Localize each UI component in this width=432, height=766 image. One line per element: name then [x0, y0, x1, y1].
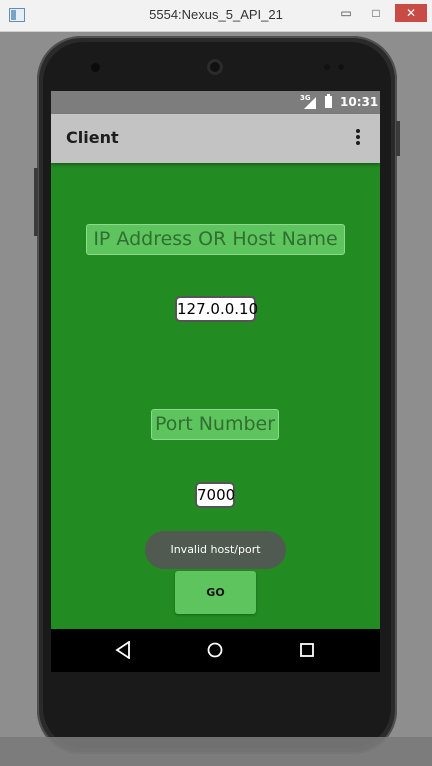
- window-titlebar: 5554:Nexus_5_API_21 ▭ □ ✕: [0, 0, 432, 32]
- client-form: IP Address OR Host Name 127.0.0.10 Port …: [51, 163, 380, 629]
- minimize-button[interactable]: ▭: [333, 4, 359, 22]
- status-time: 10:31: [340, 95, 379, 109]
- power-button[interactable]: [396, 121, 400, 156]
- signal-icon: [304, 97, 316, 109]
- app-title: Client: [66, 128, 119, 147]
- phone-screen: 3G 10:31 Client IP Address OR Host Name …: [51, 91, 380, 672]
- port-input[interactable]: 7000: [195, 482, 235, 508]
- maximize-button[interactable]: □: [363, 4, 389, 22]
- ip-input[interactable]: 127.0.0.10: [175, 296, 258, 322]
- go-button[interactable]: GO: [175, 571, 256, 614]
- volume-button[interactable]: [34, 168, 38, 236]
- battery-icon: [325, 94, 332, 108]
- port-label: Port Number: [151, 409, 279, 440]
- action-bar: Client: [51, 114, 380, 163]
- toast-message: Invalid host/port: [145, 531, 286, 569]
- ip-label: IP Address OR Host Name: [86, 224, 345, 255]
- close-button[interactable]: ✕: [395, 4, 427, 22]
- more-vert-icon[interactable]: [351, 127, 365, 149]
- light-sensor: [338, 64, 344, 70]
- speaker-grille: [207, 59, 223, 75]
- back-icon[interactable]: [115, 641, 131, 659]
- home-icon[interactable]: [207, 642, 223, 658]
- host-taskbar: [0, 737, 432, 766]
- status-bar: 3G 10:31: [51, 91, 380, 114]
- front-camera: [91, 63, 100, 72]
- recents-icon[interactable]: [300, 643, 314, 657]
- navigation-bar: [51, 629, 380, 672]
- proximity-sensor: [324, 64, 330, 70]
